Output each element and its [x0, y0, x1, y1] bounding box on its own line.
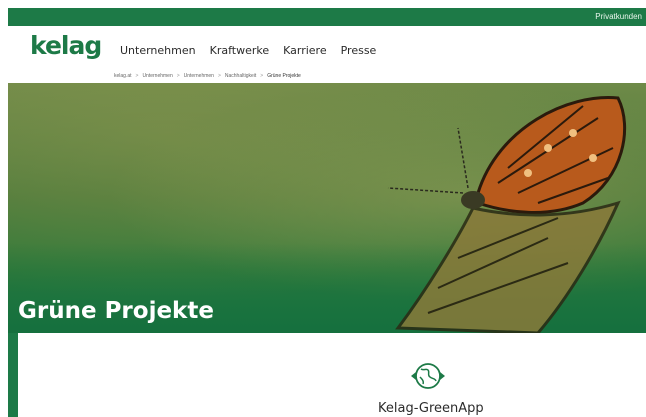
breadcrumb-item-nachhaltigkeit[interactable]: Nachhaltigkeit	[225, 73, 256, 79]
site-header: kelag Unternehmen Kraftwerke Karriere Pr…	[8, 26, 646, 71]
breadcrumb-separator: >	[217, 73, 221, 79]
nav-item-karriere[interactable]: Karriere	[283, 44, 326, 57]
butterfly-image	[387, 96, 626, 333]
green-app-title[interactable]: Kelag-GreenApp	[378, 401, 484, 416]
breadcrumb-item-unternehmen[interactable]: Unternehmen	[142, 73, 172, 79]
breadcrumb-item-home[interactable]: kelag.at	[114, 73, 132, 79]
page-title: Grüne Projekte	[18, 298, 214, 324]
breadcrumb-item-current: Grüne Projekte	[267, 73, 301, 79]
main-nav: Unternehmen Kraftwerke Karriere Presse	[120, 44, 390, 57]
kelag-logo[interactable]: kelag	[30, 31, 102, 60]
nav-item-kraftwerke[interactable]: Kraftwerke	[210, 44, 270, 57]
left-accent-bar	[8, 333, 18, 417]
globe-recycle-icon	[411, 363, 445, 389]
green-app-card: Kelag-GreenApp	[18, 333, 646, 417]
breadcrumb-item-unternehmen-2[interactable]: Unternehmen	[184, 73, 214, 79]
breadcrumb-separator: >	[176, 73, 180, 79]
nav-item-presse[interactable]: Presse	[341, 44, 377, 57]
privatkunden-link[interactable]: Privatkunden	[595, 12, 642, 21]
breadcrumb-separator: >	[260, 73, 264, 79]
top-bar: Privatkunden	[8, 8, 646, 26]
hero-banner: Grüne Projekte	[8, 83, 646, 333]
breadcrumb: kelag.at > Unternehmen > Unternehmen > N…	[8, 70, 646, 83]
nav-item-unternehmen[interactable]: Unternehmen	[120, 44, 196, 57]
breadcrumb-separator: >	[135, 73, 139, 79]
